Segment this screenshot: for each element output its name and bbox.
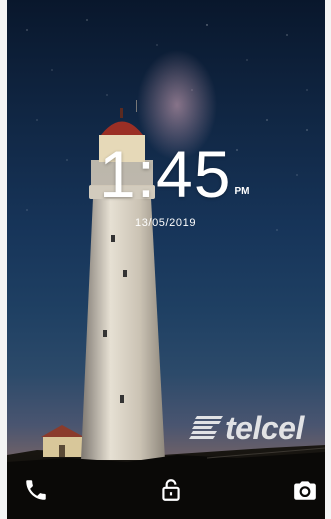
camera-icon — [294, 481, 316, 500]
phone-shortcut-button[interactable] — [23, 477, 49, 503]
carrier-stripes-icon — [189, 415, 223, 439]
screen-bezel-left — [0, 0, 7, 519]
phone-icon — [26, 480, 46, 500]
lockscreen-date: 13/05/2019 — [135, 217, 197, 229]
lockscreen[interactable]: 1:45 PM 13/05/2019 telcel — [7, 0, 325, 519]
unlock-icon — [162, 479, 180, 501]
lockscreen-clock: 1:45 PM — [99, 137, 249, 207]
clock-time: 1:45 — [99, 137, 232, 211]
clock-ampm: PM — [234, 186, 250, 197]
carrier-logo: telcel — [189, 410, 304, 447]
camera-shortcut-button[interactable] — [292, 477, 318, 503]
screen-bezel-right — [325, 0, 331, 519]
carrier-logo-text: telcel — [225, 410, 304, 446]
unlock-button[interactable] — [158, 477, 184, 503]
